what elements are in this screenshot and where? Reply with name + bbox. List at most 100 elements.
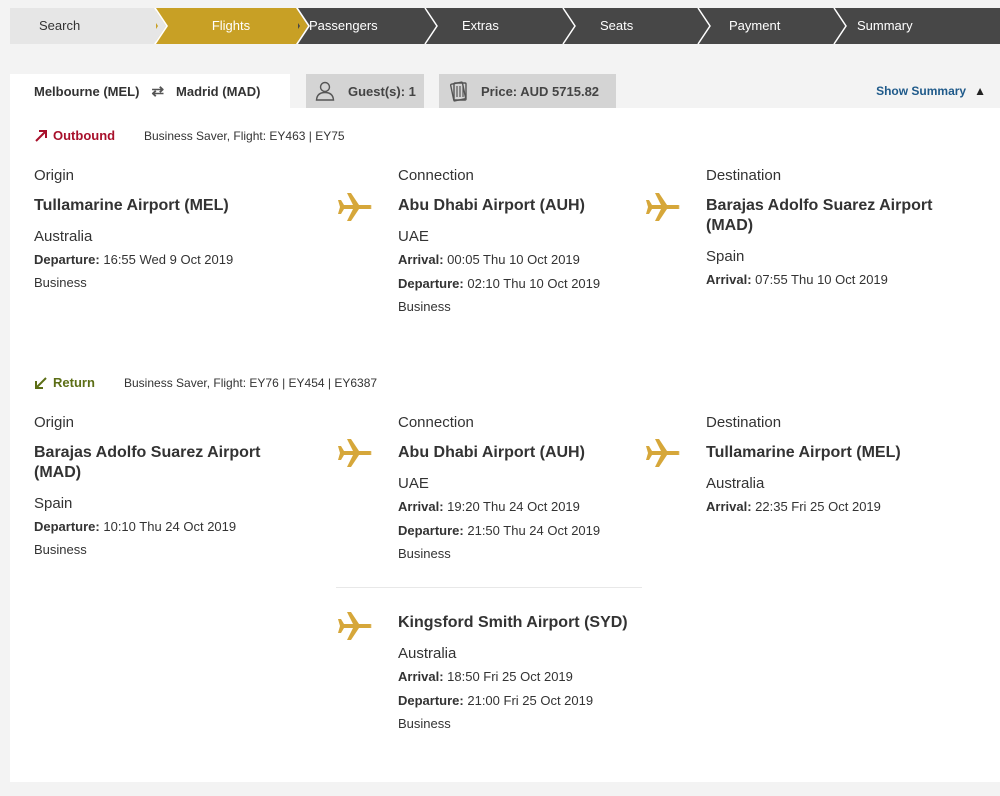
itinerary-panel: Outbound Business Saver, Flight: EY463 |…: [10, 108, 1000, 782]
plane-icon: [646, 193, 680, 221]
connection-airport: Abu Dhabi Airport (AUH): [398, 197, 585, 214]
outbound-flight-info: Business Saver, Flight: EY463 | EY75: [144, 128, 345, 143]
departure-label: Departure:: [34, 519, 100, 534]
plane-icon: [338, 193, 372, 221]
booking-steps: Search Flights Passengers Extras Seats P…: [10, 8, 1000, 44]
origin-airport: Tullamarine Airport (MEL): [34, 197, 229, 214]
arrival-label: Arrival:: [398, 669, 444, 684]
guests-count: Guest(s): 1: [348, 83, 416, 99]
departure-value: 10:10 Thu 24 Oct 2019: [99, 519, 237, 534]
step-summary[interactable]: Summary: [857, 8, 913, 44]
step-flights[interactable]: Flights: [166, 8, 296, 44]
origin-country: Australia: [34, 228, 93, 245]
cabin-class: Business: [34, 542, 87, 557]
outbound-connection: Connection Abu Dhabi Airport (AUH) UAE A…: [398, 167, 678, 314]
arrival-label: Arrival:: [398, 499, 444, 514]
trip-summary-bar: Melbourne (MEL) ⇄ Madrid (MAD) Guest(s):…: [10, 74, 1000, 108]
origin-airport: Barajas Adolfo Suarez Airport (MAD): [34, 444, 261, 481]
connection-country: UAE: [398, 228, 429, 245]
return-header: Return Business Saver, Flight: EY76 | EY…: [34, 375, 377, 390]
departure-value: 21:50 Thu 24 Oct 2019: [463, 523, 601, 538]
destination-label: Destination: [706, 414, 782, 431]
return-flight-info: Business Saver, Flight: EY76 | EY454 | E…: [124, 375, 378, 390]
route-origin: Melbourne (MEL): [34, 83, 140, 99]
departure-time: Departure: 16:55 Wed 9 Oct 2019: [34, 251, 314, 269]
arrival-time: Arrival: 07:55 Thu 10 Oct 2019: [706, 271, 966, 289]
arrival-label: Arrival:: [706, 272, 752, 287]
chevron-divider: [146, 8, 168, 44]
chevron-divider: [833, 8, 847, 44]
arrival-value: 18:50 Fri 25 Oct 2019: [443, 669, 573, 684]
arrival-label: Arrival:: [706, 499, 752, 514]
connection-country: UAE: [398, 475, 429, 492]
caret-up-icon: ▲: [974, 84, 986, 98]
receipt-icon: [449, 81, 467, 102]
arrow-down-left-icon: [35, 376, 47, 389]
return-label: Return: [34, 375, 95, 390]
cabin-class: Business: [34, 275, 87, 290]
return-text: Return: [53, 375, 95, 390]
departure-time: Departure: 02:10 Thu 10 Oct 2019: [398, 275, 678, 293]
cabin-class: Business: [398, 716, 451, 731]
departure-time: Departure: 21:00 Fri 25 Oct 2019: [398, 692, 678, 710]
connection-divider: [336, 587, 642, 588]
chevron-divider: [288, 8, 310, 44]
departure-time: Departure: 21:50 Thu 24 Oct 2019: [398, 522, 678, 540]
show-summary-link[interactable]: Show Summary ▲: [876, 74, 986, 108]
swap-arrows-icon: ⇄: [151, 83, 165, 100]
arrival-time: Arrival: 22:35 Fri 25 Oct 2019: [706, 498, 966, 516]
destination-airport: Barajas Adolfo Suarez Airport (MAD): [706, 197, 933, 234]
origin-label: Origin: [34, 414, 75, 431]
departure-label: Departure:: [398, 276, 464, 291]
show-summary-label: Show Summary: [876, 84, 967, 98]
cabin-class: Business: [398, 546, 451, 561]
arrival-value: 19:20 Thu 24 Oct 2019: [443, 499, 580, 514]
arrival-time: Arrival: 19:20 Thu 24 Oct 2019: [398, 498, 678, 516]
departure-label: Departure:: [398, 693, 464, 708]
outbound-text: Outbound: [53, 128, 116, 143]
origin-label: Origin: [34, 167, 75, 184]
step-seats[interactable]: Seats: [600, 8, 633, 44]
return-destination: Destination Tullamarine Airport (MEL) Au…: [706, 414, 966, 516]
step-extras[interactable]: Extras: [462, 8, 499, 44]
cabin-class: Business: [398, 299, 451, 314]
departure-value: 16:55 Wed 9 Oct 2019: [99, 252, 234, 267]
plane-icon: [646, 439, 680, 467]
arrival-time: Arrival: 00:05 Thu 10 Oct 2019: [398, 251, 678, 269]
connection-airport: Kingsford Smith Airport (SYD): [398, 614, 628, 631]
outbound-header: Outbound Business Saver, Flight: EY463 |…: [34, 128, 345, 143]
chevron-divider: [562, 8, 576, 44]
departure-label: Departure:: [34, 252, 100, 267]
destination-airport: Tullamarine Airport (MEL): [706, 444, 901, 461]
step-search[interactable]: Search: [10, 8, 156, 44]
step-passengers[interactable]: Passengers: [309, 8, 378, 44]
connection-airport: Abu Dhabi Airport (AUH): [398, 444, 585, 461]
user-icon: [315, 81, 335, 101]
route-tab[interactable]: Melbourne (MEL) ⇄ Madrid (MAD): [10, 74, 290, 108]
arrow-up-right-icon: [35, 129, 47, 142]
chevron-divider: [697, 8, 711, 44]
connection-label: Connection: [398, 167, 474, 184]
total-price: Price: AUD 5715.82: [481, 83, 600, 99]
price-pill[interactable]: Price: AUD 5715.82: [439, 74, 616, 108]
step-payment[interactable]: Payment: [729, 8, 780, 44]
outbound-label: Outbound: [34, 128, 115, 143]
arrival-label: Arrival:: [398, 252, 444, 267]
departure-label: Departure:: [398, 523, 464, 538]
guests-pill[interactable]: Guest(s): 1: [306, 74, 424, 108]
return-connection: Connection Abu Dhabi Airport (AUH) UAE A…: [398, 414, 678, 561]
arrival-time: Arrival: 18:50 Fri 25 Oct 2019: [398, 668, 678, 686]
connection-label: Connection: [398, 414, 474, 431]
outbound-origin: Origin Tullamarine Airport (MEL) Austral…: [34, 167, 314, 290]
arrival-value: 22:35 Fri 25 Oct 2019: [751, 499, 881, 514]
arrival-value: 00:05 Thu 10 Oct 2019: [443, 252, 580, 267]
plane-icon: [338, 612, 372, 640]
destination-label: Destination: [706, 167, 782, 184]
route-destination: Madrid (MAD): [176, 83, 261, 99]
departure-value: 21:00 Fri 25 Oct 2019: [463, 693, 594, 708]
connection-country: Australia: [398, 645, 457, 662]
return-origin: Origin Barajas Adolfo Suarez Airport (MA…: [34, 414, 294, 557]
destination-country: Spain: [706, 248, 745, 265]
return-connection-2: Kingsford Smith Airport (SYD) Australia …: [398, 601, 678, 731]
outbound-destination: Destination Barajas Adolfo Suarez Airpor…: [706, 167, 966, 289]
